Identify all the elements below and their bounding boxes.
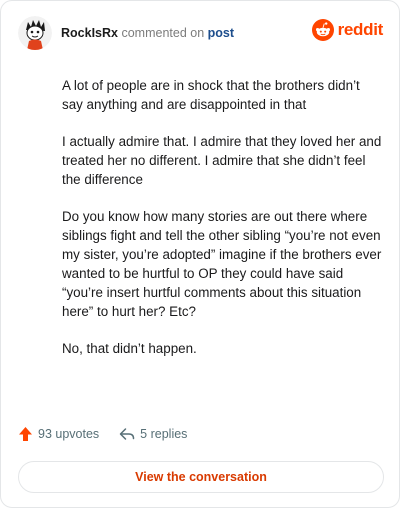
comment-footer: 93 upvotes 5 replies [18,426,207,442]
reply-stat[interactable]: 5 replies [119,427,187,441]
action-text: commented on [121,26,205,40]
post-link[interactable]: post [208,26,234,40]
comment-paragraph: I actually admire that. I admire that th… [62,134,386,187]
reddit-logo-icon [311,19,334,41]
reddit-brand[interactable]: reddit [311,19,384,41]
upvote-arrow-icon[interactable] [18,426,33,442]
comment-paragraph: Do you know how many stories are out the… [62,209,386,319]
view-conversation-button[interactable]: View the conversation [18,461,384,493]
avatar[interactable] [18,16,52,50]
reply-arrow-icon[interactable] [119,427,135,441]
comment-paragraph: No, that didn’t happen. [62,341,197,356]
comment-meta: RockIsRx commented on post [61,25,234,41]
comment-header: RockIsRx commented on post [18,15,234,51]
upvote-count: 93 upvotes [38,427,100,441]
reply-count: 5 replies [140,427,188,441]
avatar-icon [18,16,52,50]
reddit-wordmark: reddit [337,20,384,39]
comment-body: A lot of people are in shock that the br… [62,76,382,376]
comment-paragraph: A lot of people are in shock that the br… [62,78,364,112]
upvote-stat[interactable]: 93 upvotes [18,426,99,442]
comment-card: RockIsRx commented on post reddit A lot … [0,0,400,508]
username-link[interactable]: RockIsRx [61,26,118,40]
